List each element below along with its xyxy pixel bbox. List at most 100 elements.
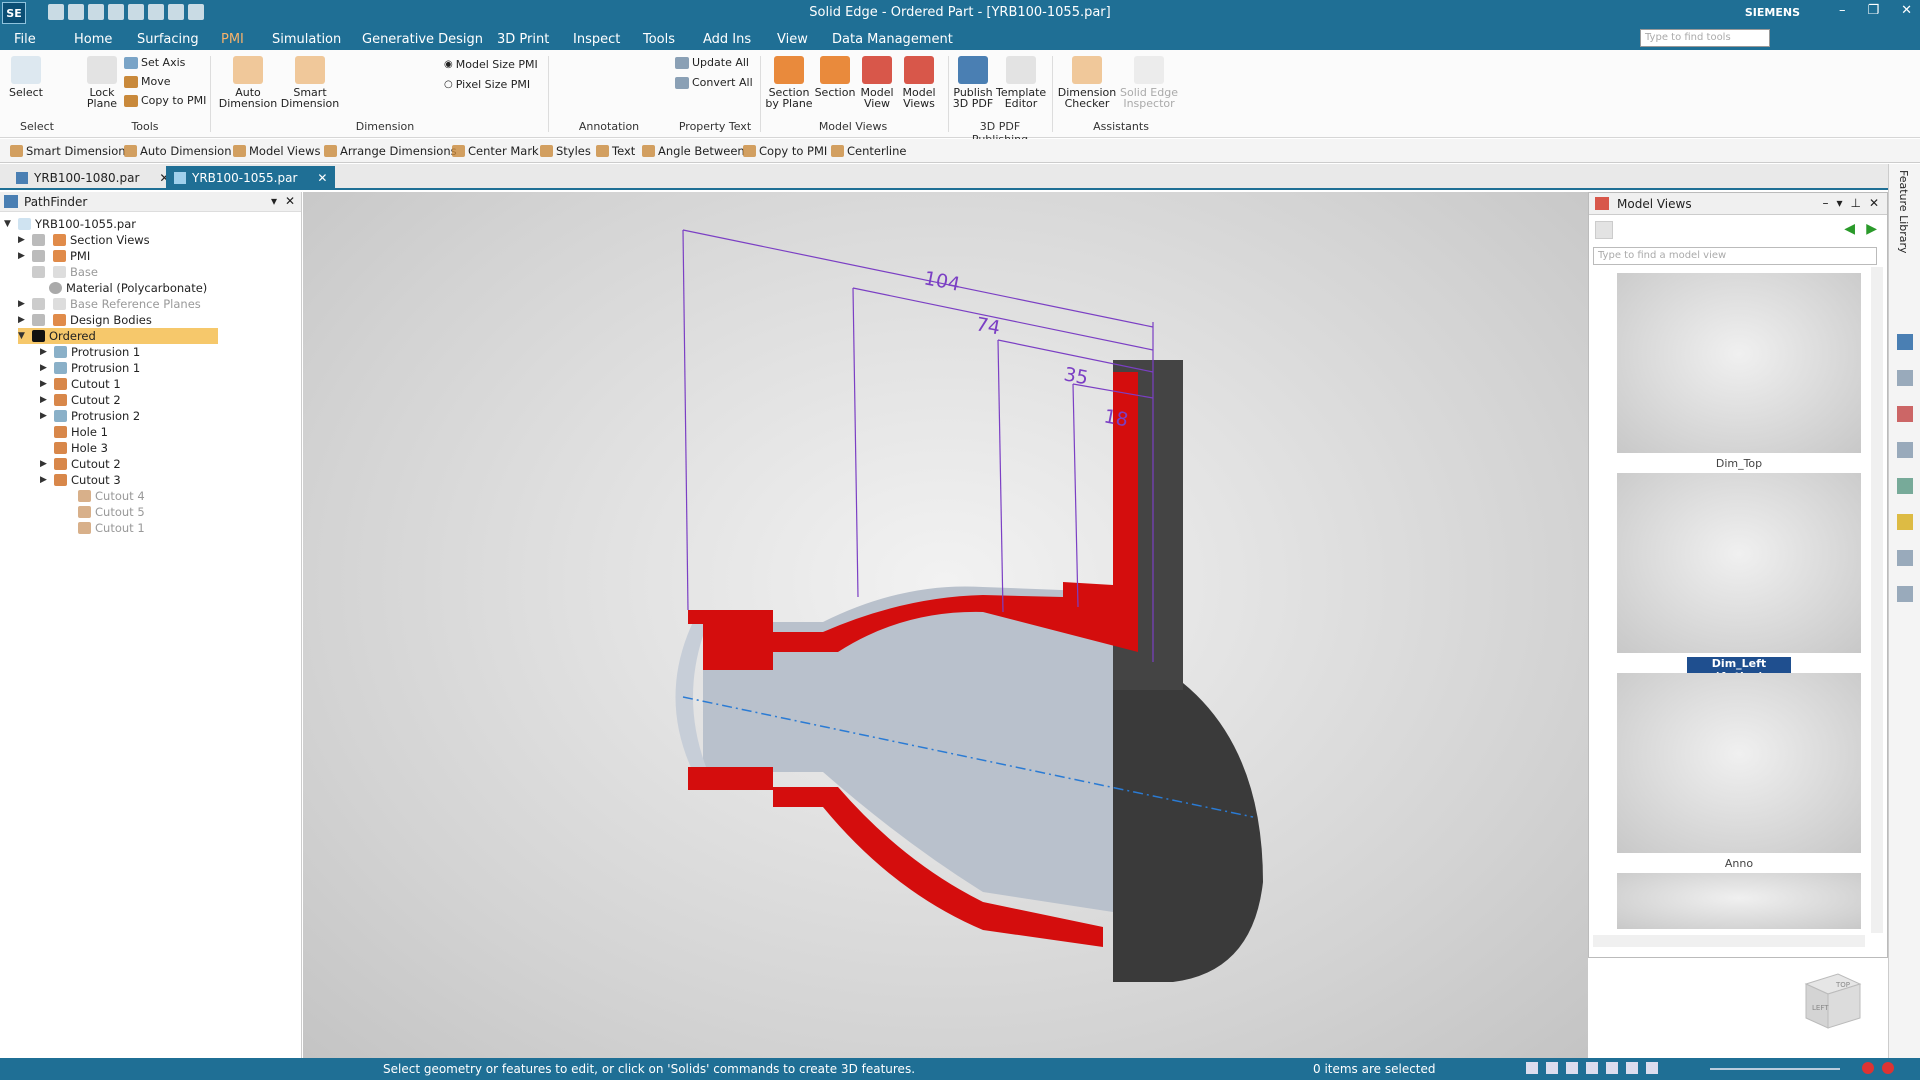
tab-generative-design[interactable]: Generative Design <box>362 32 483 47</box>
tree-item-cutout-4[interactable]: Cutout 4 <box>74 488 145 504</box>
record-stop-icon[interactable] <box>1882 1062 1894 1074</box>
shading-icon[interactable] <box>1626 1062 1638 1074</box>
tree-item-cutout-2b[interactable]: ▶ Cutout 2 <box>40 456 121 472</box>
vertical-scrollbar[interactable] <box>1871 267 1883 933</box>
cmd-arrange-dimensions[interactable]: Arrange Dimensions <box>324 144 457 158</box>
doc-tab-yrb100-1055[interactable]: YRB100-1055.par ✕ <box>166 166 336 190</box>
panel-close-icon[interactable]: ✕ <box>1869 196 1879 210</box>
move-button[interactable]: Move <box>124 75 171 88</box>
doc-tab-yrb100-1080[interactable]: YRB100-1080.par ✕ <box>8 166 177 190</box>
template-editor-button[interactable]: Template Editor <box>996 56 1046 109</box>
model-view-search-input[interactable]: Type to find a model view <box>1593 247 1877 265</box>
view-cube-left[interactable]: LEFT <box>1812 1004 1829 1012</box>
dock-tool-icon[interactable] <box>1897 550 1913 566</box>
dock-tool-icon[interactable] <box>1897 586 1913 602</box>
tree-item-cutout-1[interactable]: ▶ Cutout 1 <box>40 376 121 392</box>
tree-item-pmi[interactable]: ▶ PMI <box>18 248 90 264</box>
tab-inspect[interactable]: Inspect <box>573 32 620 47</box>
view-label-dim-top[interactable]: Dim_Top <box>1617 457 1861 470</box>
smart-dimension-button[interactable]: Smart Dimension <box>280 56 340 109</box>
publish-3d-pdf-button[interactable]: Publish 3D PDF <box>950 56 996 109</box>
model-view-button[interactable]: Model View <box>855 56 899 109</box>
panel-minimize-icon[interactable]: – <box>1822 196 1828 210</box>
solid-edge-inspector-button[interactable]: Solid Edge Inspector <box>1118 56 1180 109</box>
dock-tool-icon[interactable] <box>1897 442 1913 458</box>
update-all-button[interactable]: Update All <box>675 56 749 69</box>
tree-item-ordered[interactable]: ▼ Ordered <box>18 328 218 344</box>
tree-item-cutout-5[interactable]: Cutout 5 <box>74 504 145 520</box>
cmd-styles[interactable]: Styles <box>540 144 591 158</box>
close-tab-icon[interactable]: ✕ <box>317 171 327 185</box>
minimize-button[interactable]: – <box>1839 3 1846 18</box>
tree-item-design-bodies[interactable]: ▶ Design Bodies <box>18 312 152 328</box>
dock-tool-icon[interactable] <box>1897 370 1913 386</box>
view-thumb-dim-left[interactable] <box>1617 473 1861 653</box>
tab-tools[interactable]: Tools <box>643 32 675 47</box>
new-view-icon[interactable] <box>1595 221 1613 239</box>
view-label-anno[interactable]: Anno <box>1617 857 1861 870</box>
cmd-centerline[interactable]: Centerline <box>831 144 906 158</box>
dimension-104[interactable]: 104 <box>922 267 962 296</box>
cmd-center-mark[interactable]: Center Mark <box>452 144 539 158</box>
convert-all-button[interactable]: Convert All <box>675 76 753 89</box>
view-thumb-extra[interactable] <box>1617 873 1861 929</box>
tab-home[interactable]: Home <box>74 32 112 47</box>
section-by-plane-button[interactable]: Section by Plane <box>764 56 814 109</box>
zoom-slider[interactable] <box>1710 1068 1840 1070</box>
tab-view[interactable]: View <box>777 32 808 47</box>
fit-icon[interactable] <box>1526 1062 1538 1074</box>
auto-dimension-button[interactable]: Auto Dimension <box>218 56 278 109</box>
cmd-copy-to-pmi[interactable]: Copy to PMI <box>743 144 827 158</box>
tab-data-management[interactable]: Data Management <box>832 32 953 47</box>
dimension-18[interactable]: 18 <box>1102 405 1130 431</box>
cmd-angle-between[interactable]: Angle Between <box>642 144 745 158</box>
tree-item-base-reference-planes[interactable]: ▶ Base Reference Planes <box>18 296 201 312</box>
dock-tool-icon[interactable] <box>1897 406 1913 422</box>
3d-viewport[interactable]: 104 74 35 18 <box>303 192 1588 1058</box>
restore-button[interactable]: ❐ <box>1867 3 1879 18</box>
model-size-pmi-radio[interactable]: ◉ Model Size PMI <box>444 58 538 71</box>
previous-view-icon[interactable]: ◀ <box>1844 221 1855 237</box>
view-cube[interactable]: LEFT TOP <box>1798 970 1864 1030</box>
pan-icon[interactable] <box>1566 1062 1578 1074</box>
panel-menu-icon[interactable]: ▾ <box>271 194 277 208</box>
dock-tool-icon[interactable] <box>1897 334 1913 350</box>
tree-item-protrusion-1b[interactable]: ▶ Protrusion 1 <box>40 360 140 376</box>
pixel-size-pmi-radio[interactable]: ○ Pixel Size PMI <box>444 78 530 91</box>
tree-item-cutout-2[interactable]: ▶ Cutout 2 <box>40 392 121 408</box>
model-canvas[interactable]: 104 74 35 18 <box>303 192 1588 1058</box>
next-view-icon[interactable]: ▶ <box>1866 221 1877 237</box>
tree-item-hole-1[interactable]: Hole 1 <box>50 424 108 440</box>
view-thumb-dim-top[interactable] <box>1617 273 1861 453</box>
cmd-smart-dimension[interactable]: Smart Dimension <box>10 144 126 158</box>
select-button[interactable]: Select <box>8 56 44 98</box>
panel-menu-icon[interactable]: ▾ <box>1836 196 1842 210</box>
copy-to-pmi-button[interactable]: Copy to PMI <box>124 94 206 107</box>
record-icon[interactable] <box>1862 1062 1874 1074</box>
tree-item-hole-3[interactable]: Hole 3 <box>50 440 108 456</box>
dock-tool-icon[interactable] <box>1897 478 1913 494</box>
dimension-74[interactable]: 74 <box>974 313 1002 339</box>
dock-tool-icon[interactable] <box>1897 514 1913 530</box>
panel-close-icon[interactable]: ✕ <box>285 194 295 208</box>
zoom-icon[interactable] <box>1546 1062 1558 1074</box>
close-button[interactable]: ✕ <box>1901 3 1912 18</box>
feature-library-tab[interactable]: Feature Library <box>1897 170 1910 254</box>
section-button[interactable]: Section <box>813 56 857 98</box>
display-icon[interactable] <box>1646 1062 1658 1074</box>
lock-plane-button[interactable]: Lock Plane <box>84 56 120 109</box>
horizontal-scrollbar[interactable] <box>1593 935 1865 947</box>
tools-search-input[interactable]: Type to find tools <box>1640 29 1770 47</box>
tab-file[interactable]: File <box>14 32 36 47</box>
tree-item-protrusion-1[interactable]: ▶ Protrusion 1 <box>40 344 140 360</box>
rotate-icon[interactable] <box>1586 1062 1598 1074</box>
dimension-checker-button[interactable]: Dimension Checker <box>1056 56 1118 109</box>
view-orient-icon[interactable] <box>1606 1062 1618 1074</box>
dimension-35[interactable]: 35 <box>1062 363 1090 389</box>
tab-pmi[interactable]: PMI <box>221 32 244 47</box>
view-thumb-anno[interactable] <box>1617 673 1861 853</box>
tree-item-protrusion-2[interactable]: ▶ Protrusion 2 <box>40 408 140 424</box>
cmd-auto-dimension[interactable]: Auto Dimension <box>124 144 231 158</box>
tab-add-ins[interactable]: Add Ins <box>703 32 751 47</box>
tree-root[interactable]: ▼ YRB100-1055.par <box>4 216 136 232</box>
